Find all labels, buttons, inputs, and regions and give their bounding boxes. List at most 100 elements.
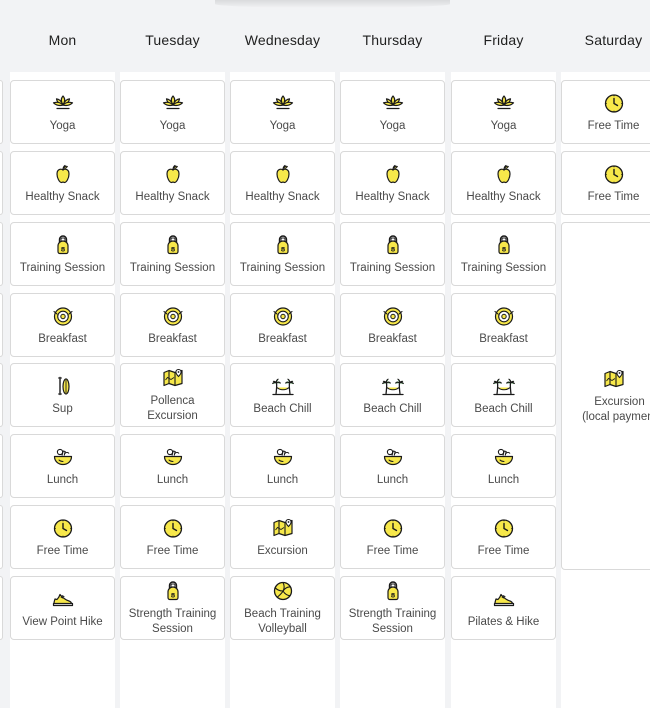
activity-cell[interactable]: 8 Training Session — [120, 222, 225, 286]
day-header-mon: Mon — [10, 8, 115, 72]
offscreen-cell-edge — [0, 151, 3, 215]
activity-cell[interactable]: 8 Training Session — [10, 222, 115, 286]
activity-label: Free Time — [366, 544, 419, 557]
svg-text:8: 8 — [60, 245, 65, 253]
activity-label: Healthy Snack — [245, 190, 320, 203]
activity-cell[interactable]: Lunch — [340, 434, 445, 498]
activity-cell[interactable]: Lunch — [10, 434, 115, 498]
activity-cell[interactable]: Beach Chill — [451, 363, 556, 427]
activity-cell[interactable]: Free Time — [10, 505, 115, 569]
activity-label: Lunch — [46, 473, 79, 486]
activity-cell[interactable]: Healthy Snack — [451, 151, 556, 215]
clock-icon — [51, 516, 75, 540]
lotus-icon — [492, 91, 516, 115]
offscreen-cell-edge — [0, 222, 3, 286]
svg-text:8: 8 — [501, 245, 506, 253]
activity-cell[interactable]: Breakfast — [340, 293, 445, 357]
activity-cell[interactable]: Breakfast — [230, 293, 335, 357]
activity-label: Training Session — [19, 261, 106, 274]
activity-cell[interactable]: Beach Chill — [230, 363, 335, 427]
activity-cell[interactable]: 8 Training Session — [451, 222, 556, 286]
shoe-icon — [492, 587, 516, 611]
activity-cell[interactable]: Excursion — [230, 505, 335, 569]
activity-cell[interactable]: Healthy Snack — [120, 151, 225, 215]
apple-icon — [51, 162, 75, 186]
activity-label: Training Session — [460, 261, 547, 274]
activity-cell[interactable]: Beach Chill — [340, 363, 445, 427]
palm-hammock-icon — [271, 374, 295, 398]
activity-label: Yoga — [159, 119, 186, 132]
activity-cell[interactable]: Free Time — [451, 505, 556, 569]
activity-label: Excursion (local payment — [582, 396, 650, 423]
activity-label: Training Session — [239, 261, 326, 274]
kettlebell-icon: 8 — [492, 233, 516, 257]
bowl-icon — [492, 445, 516, 469]
bowl-icon — [51, 445, 75, 469]
activity-cell[interactable]: 8 Strength Training Session — [340, 576, 445, 640]
activity-label: Pollenca Excursion — [147, 395, 198, 422]
activity-cell[interactable]: Excursion (local payment — [561, 222, 650, 570]
lotus-icon — [271, 91, 295, 115]
activity-cell[interactable]: Sup — [10, 363, 115, 427]
activity-cell[interactable]: Free Time — [340, 505, 445, 569]
svg-text:8: 8 — [390, 245, 395, 253]
svg-text:8: 8 — [280, 245, 285, 253]
activity-cell[interactable]: 8 Training Session — [340, 222, 445, 286]
svg-text:8: 8 — [390, 592, 395, 600]
day-header-friday: Friday — [451, 8, 556, 72]
offscreen-cell-edge — [0, 293, 3, 357]
activity-label: Yoga — [49, 119, 76, 132]
clock-icon — [602, 162, 626, 186]
day-header-saturday: Saturday — [561, 8, 650, 72]
activity-cell[interactable]: Lunch — [451, 434, 556, 498]
kettlebell-icon: 8 — [381, 233, 405, 257]
bowl-icon — [271, 445, 295, 469]
paddle-icon — [51, 374, 75, 398]
activity-label: Breakfast — [368, 332, 417, 345]
activity-label: Lunch — [376, 473, 409, 486]
activity-cell[interactable]: Yoga — [451, 80, 556, 144]
plate-icon — [161, 304, 185, 328]
activity-cell[interactable]: Healthy Snack — [230, 151, 335, 215]
activity-label: Beach Chill — [474, 402, 533, 415]
apple-icon — [381, 162, 405, 186]
activity-label: Free Time — [587, 119, 640, 132]
activity-cell[interactable]: Free Time — [561, 151, 650, 215]
day-header-tuesday: Tuesday — [120, 8, 225, 72]
activity-label: Pilates & Hike — [467, 615, 540, 628]
activity-cell[interactable]: Breakfast — [120, 293, 225, 357]
activity-cell[interactable]: 8 Strength Training Session — [120, 576, 225, 640]
activity-cell[interactable]: 8 Training Session — [230, 222, 335, 286]
activity-cell[interactable]: Beach Training Volleyball — [230, 576, 335, 640]
activity-cell[interactable]: Pollenca Excursion — [120, 363, 225, 427]
volleyball-icon — [271, 579, 295, 603]
activity-label: Breakfast — [38, 332, 87, 345]
activity-cell[interactable]: Free Time — [120, 505, 225, 569]
activity-cell[interactable]: Pilates & Hike — [451, 576, 556, 640]
activity-cell[interactable]: Healthy Snack — [10, 151, 115, 215]
activity-label: Healthy Snack — [355, 190, 430, 203]
clock-icon — [161, 516, 185, 540]
activity-cell[interactable]: Yoga — [340, 80, 445, 144]
activity-label: Yoga — [490, 119, 517, 132]
activity-label: Lunch — [156, 473, 189, 486]
activity-label: Free Time — [477, 544, 530, 557]
activity-cell[interactable]: Breakfast — [451, 293, 556, 357]
map-icon — [602, 367, 626, 391]
plate-icon — [271, 304, 295, 328]
plate-icon — [381, 304, 405, 328]
activity-cell[interactable]: Yoga — [230, 80, 335, 144]
map-icon — [161, 366, 185, 390]
activity-cell[interactable]: Breakfast — [10, 293, 115, 357]
activity-cell[interactable]: Free Time — [561, 80, 650, 144]
clock-icon — [492, 516, 516, 540]
activity-cell[interactable]: Yoga — [120, 80, 225, 144]
activity-cell[interactable]: Lunch — [230, 434, 335, 498]
offscreen-cell-edge — [0, 576, 3, 640]
activity-cell[interactable]: Lunch — [120, 434, 225, 498]
clock-icon — [381, 516, 405, 540]
shoe-icon — [51, 587, 75, 611]
activity-cell[interactable]: Yoga — [10, 80, 115, 144]
activity-cell[interactable]: Healthy Snack — [340, 151, 445, 215]
activity-cell[interactable]: View Point Hike — [10, 576, 115, 640]
